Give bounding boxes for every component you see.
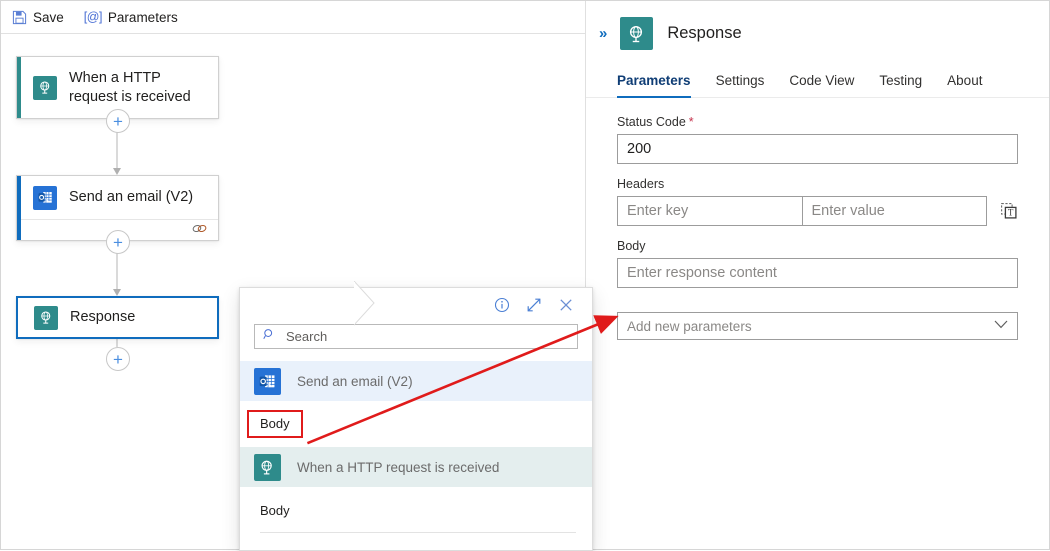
- tab-code-view[interactable]: Code View: [789, 73, 854, 97]
- required-asterisk: *: [688, 115, 694, 129]
- tab-parameters[interactable]: Parameters: [617, 73, 691, 98]
- panel-tabs: Parameters Settings Code View Testing Ab…: [586, 50, 1049, 98]
- save-floppy-icon: [11, 9, 27, 25]
- response-globe-icon: [620, 17, 654, 50]
- http-request-globe-icon: [254, 453, 281, 481]
- node-response[interactable]: Response: [16, 296, 219, 339]
- header-key-input[interactable]: Enter key: [617, 196, 802, 226]
- headers-label: Headers: [617, 177, 665, 191]
- node-label: Response: [70, 309, 136, 325]
- status-code-input[interactable]: 200: [617, 134, 1018, 164]
- http-request-globe-icon: [33, 75, 57, 100]
- popup-group-http-trigger[interactable]: When a HTTP request is received: [240, 447, 592, 487]
- at-parameters-icon: [@]: [83, 10, 103, 24]
- response-details-panel: » Response Parameters Settings Code View…: [585, 1, 1049, 549]
- popup-pointer-tail: [354, 281, 375, 326]
- add-step-button-1[interactable]: +: [106, 109, 130, 133]
- add-new-parameters-label: Add new parameters: [627, 318, 752, 334]
- status-code-label: Status Code *: [617, 115, 694, 129]
- tab-settings[interactable]: Settings: [716, 73, 765, 97]
- panel-header: » Response: [586, 1, 1049, 50]
- popup-header: [240, 288, 592, 322]
- tab-about[interactable]: About: [947, 73, 982, 97]
- close-x-icon[interactable]: [558, 297, 574, 313]
- tab-testing[interactable]: Testing: [879, 73, 922, 97]
- dynamic-content-popup: Search Send an email (V2) Body When a HT…: [239, 287, 593, 551]
- popup-group-title: When a HTTP request is received: [297, 459, 500, 475]
- node-accent-bar: [17, 57, 21, 118]
- parameters-label: Parameters: [107, 9, 178, 25]
- search-input[interactable]: Search: [254, 324, 578, 349]
- parameters-button[interactable]: [@] Parameters: [84, 10, 178, 25]
- response-globe-icon: [34, 305, 58, 330]
- app-window: Save [@] Parameters When a HTTP request …: [0, 0, 1050, 551]
- search-icon: [263, 328, 276, 346]
- chain-link-icon[interactable]: [191, 222, 208, 240]
- designer-toolbar: Save [@] Parameters: [1, 1, 586, 34]
- popup-item-email-body[interactable]: Body: [240, 401, 592, 447]
- popup-group-title: Send an email (V2): [297, 373, 413, 389]
- token-label: Body: [260, 502, 290, 518]
- node-label: Send an email (V2): [69, 189, 194, 205]
- expand-diagonal-icon[interactable]: [526, 297, 542, 313]
- item-divider: [260, 532, 576, 533]
- add-new-parameters-dropdown[interactable]: Add new parameters: [617, 312, 1018, 340]
- save-button[interactable]: Save: [11, 9, 64, 25]
- switch-to-text-mode-icon[interactable]: T: [1000, 202, 1018, 220]
- add-step-button-3[interactable]: +: [106, 347, 130, 371]
- highlighted-token-label: Body: [247, 410, 303, 438]
- double-chevron-right-icon[interactable]: »: [599, 25, 607, 42]
- node-accent-bar: [17, 176, 21, 240]
- body-label: Body: [617, 239, 646, 253]
- outlook-email-icon: [33, 185, 57, 210]
- popup-group-send-email[interactable]: Send an email (V2): [240, 361, 592, 401]
- parameters-form: Status Code * 200 Headers Enter key Ente…: [586, 98, 1049, 340]
- page-title: Response: [667, 24, 742, 42]
- add-step-button-2[interactable]: +: [106, 230, 130, 254]
- search-placeholder: Search: [286, 329, 328, 344]
- svg-text:T: T: [1008, 208, 1014, 218]
- chevron-down-icon: [994, 320, 1008, 332]
- popup-item-http-body[interactable]: Body: [240, 487, 592, 533]
- outlook-email-icon: [254, 367, 281, 395]
- header-value-input[interactable]: Enter value: [801, 196, 987, 226]
- node-label: When a HTTP request is received: [69, 69, 191, 105]
- info-circle-icon[interactable]: [494, 297, 510, 313]
- body-input[interactable]: Enter response content: [617, 258, 1018, 288]
- save-label: Save: [33, 9, 64, 25]
